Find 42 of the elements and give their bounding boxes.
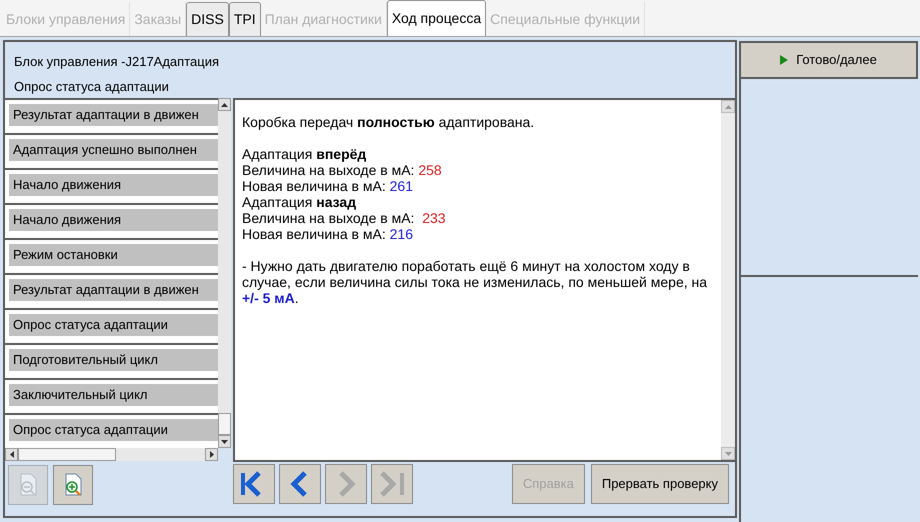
step-item[interactable]: Опрос статуса адаптации xyxy=(9,419,218,441)
tab[interactable]: Ход процесса xyxy=(386,0,486,36)
note-text: - Нужно дать двигателю поработать ещё 6 минут на холостом ходу в случае, если величина силы тока не изменилась, по меньшей мере, на +/- 5 мА. xyxy=(242,258,708,306)
reading-value: 233 xyxy=(422,210,446,226)
first-button[interactable] xyxy=(233,464,275,504)
step-item[interactable]: Результат адаптации в движен xyxy=(9,279,218,301)
skip-forward-icon xyxy=(377,469,407,499)
scroll-down-icon[interactable] xyxy=(218,435,231,448)
panel-subtitle: Опрос статуса адаптации xyxy=(13,78,170,96)
tab[interactable]: DISS xyxy=(186,2,229,36)
play-icon xyxy=(780,55,788,65)
reading-label: Величина на выходе в мА: xyxy=(242,210,416,226)
scroll-thumb[interactable] xyxy=(18,448,116,461)
step-item[interactable]: Адаптация успешно выполнен xyxy=(9,139,218,161)
step-item[interactable]: Заключительный цикл xyxy=(9,384,218,406)
done-next-button[interactable]: Готово/далее xyxy=(739,41,918,79)
step-item[interactable]: Режим остановки xyxy=(9,244,218,266)
step-item[interactable]: Результат адаптации в движен xyxy=(9,104,218,126)
message-text: Адаптация назад xyxy=(242,194,358,210)
scroll-up-icon[interactable] xyxy=(218,98,231,111)
scroll-thumb[interactable] xyxy=(218,413,231,435)
step-item[interactable]: Начало движения xyxy=(9,209,218,231)
previous-button[interactable] xyxy=(279,464,321,504)
message-text: Коробка передач полностью адаптирована. xyxy=(242,114,536,130)
action-button[interactable]: Прервать проверку xyxy=(590,464,729,504)
scroll-right-icon[interactable] xyxy=(205,448,218,461)
reading-value: 261 xyxy=(390,178,413,194)
scroll-left-icon[interactable] xyxy=(5,448,18,461)
message-text: Адаптация вперёд xyxy=(242,146,368,162)
reading-value: 216 xyxy=(390,226,413,242)
reading-label: Новая величина в мА: xyxy=(242,226,387,242)
reading-label: Величина на выходе в мА: xyxy=(242,162,416,178)
reading-label: Новая величина в мА: xyxy=(242,178,387,194)
step-item[interactable]: Начало движения xyxy=(9,174,218,196)
panel-title: Блок управления -J217Адаптация xyxy=(13,53,220,70)
step-item[interactable]: Опрос статуса адаптации xyxy=(9,314,218,336)
step-item[interactable]: Подготовительный цикл xyxy=(9,349,218,371)
reading-value: 258 xyxy=(418,162,442,178)
zoom-in-button[interactable] xyxy=(53,465,93,505)
horizontal-scrollbar[interactable] xyxy=(5,448,218,461)
tab[interactable]: TPI xyxy=(228,2,261,36)
vertical-scrollbar[interactable] xyxy=(218,98,231,448)
